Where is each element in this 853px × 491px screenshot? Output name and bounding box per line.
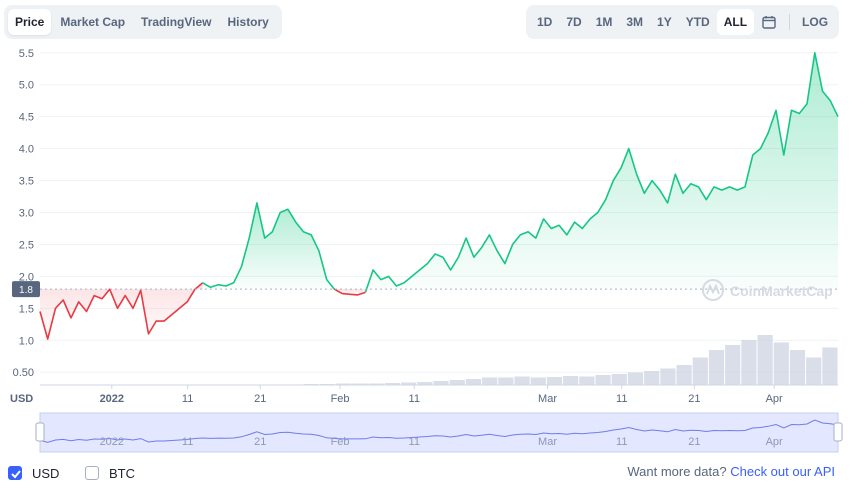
x-tick-label: 21 [254, 393, 266, 405]
x-tick-label: 11 [616, 393, 627, 405]
y-tick-label: 5.0 [19, 80, 34, 92]
volume-bar [757, 335, 773, 385]
svg-text:1.8: 1.8 [19, 285, 33, 296]
x-tick-label: Apr [766, 393, 783, 405]
navigator-tick-label: Apr [766, 436, 783, 448]
range-navigator: 2022 11 21 Feb 11 Mar 11 21 Apr [35, 412, 843, 453]
volume-bar [530, 377, 546, 385]
volume-bar [660, 368, 676, 385]
volume-bar [692, 357, 708, 385]
navigator-right-handle[interactable] [833, 422, 843, 442]
volume-bar [708, 350, 725, 385]
navigator-window [39, 412, 839, 453]
volume-bar [595, 375, 611, 385]
y-tick-label: 3.5 [19, 176, 34, 188]
volume-bar [741, 340, 757, 385]
volume-bar [449, 380, 465, 385]
x-tick-label: 11 [182, 393, 193, 405]
navigator-tick-label: 11 [409, 436, 420, 448]
y-axis-ticks: 0.501.01.52.02.53.03.54.04.55.05.5 [13, 48, 34, 379]
volume-bar [676, 365, 692, 385]
price-chart[interactable]: 0.501.01.52.02.53.03.54.04.55.05.5 2022 1… [0, 0, 853, 491]
watermark-text: CoinMarketCap [730, 283, 833, 299]
volume-bar [514, 376, 530, 385]
price-areas [40, 52, 838, 339]
y-tick-label: 1.5 [19, 303, 34, 315]
volume-bars [303, 335, 838, 385]
volume-bar [563, 376, 579, 385]
x-axis-ticks: 2022 11 21 Feb 11 Mar 11 21 Apr [40, 384, 838, 405]
y-tick-label: 5.5 [19, 48, 34, 60]
volume-bar [644, 371, 660, 385]
btc-label: BTC [109, 465, 135, 481]
usd-check-icon[interactable] [8, 466, 22, 480]
x-tick-label: 11 [409, 393, 420, 405]
volume-bar [627, 372, 644, 385]
y-tick-label: 2.5 [19, 239, 34, 251]
y-tick-label: 3.0 [19, 208, 34, 220]
api-promo: Want more data? Check out our API [627, 464, 835, 479]
usd-checkbox[interactable]: USD [8, 462, 59, 484]
navigator-tick-label: 21 [688, 436, 700, 448]
api-promo-text: Want more data? [627, 464, 727, 479]
navigator-tick-label: Mar [538, 436, 557, 448]
navigator-left-handle[interactable] [35, 422, 45, 442]
y-tick-label: 4.5 [19, 112, 34, 124]
x-tick-label: 21 [688, 393, 700, 405]
btc-checkbox[interactable]: BTC [85, 462, 135, 484]
navigator-tick-label: Feb [331, 436, 350, 448]
x-tick-label: Feb [331, 393, 350, 405]
volume-bar [822, 347, 838, 385]
navigator-tick-label: 2022 [100, 436, 124, 448]
volume-bar [579, 376, 595, 385]
volume-bar [498, 377, 514, 385]
volume-bar [725, 345, 741, 385]
navigator-tick-label: 11 [182, 436, 193, 448]
price-area-fill [40, 282, 203, 339]
volume-bar [773, 342, 789, 385]
navigator-tick-label: 11 [616, 436, 627, 448]
y-axis-unit: USD [10, 393, 33, 405]
reference-price-badge: 1.8 [12, 281, 40, 298]
y-tick-label: 4.0 [19, 144, 34, 156]
x-tick-label: 2022 [100, 393, 124, 405]
volume-bar [465, 379, 482, 385]
x-tick-label: Mar [538, 393, 557, 405]
volume-bar [482, 377, 498, 385]
api-link[interactable]: Check out our API [730, 464, 835, 479]
volume-bar [546, 377, 563, 385]
y-tick-label: 1.0 [19, 335, 34, 347]
btc-check-icon[interactable] [85, 466, 99, 480]
volume-bar [806, 357, 822, 385]
volume-bar [789, 350, 806, 385]
usd-label: USD [32, 465, 60, 481]
volume-bar [611, 374, 627, 385]
y-tick-label: 0.50 [13, 367, 34, 379]
price-area-fill [365, 52, 838, 293]
navigator-tick-label: 21 [254, 436, 266, 448]
volume-bar [433, 381, 449, 385]
